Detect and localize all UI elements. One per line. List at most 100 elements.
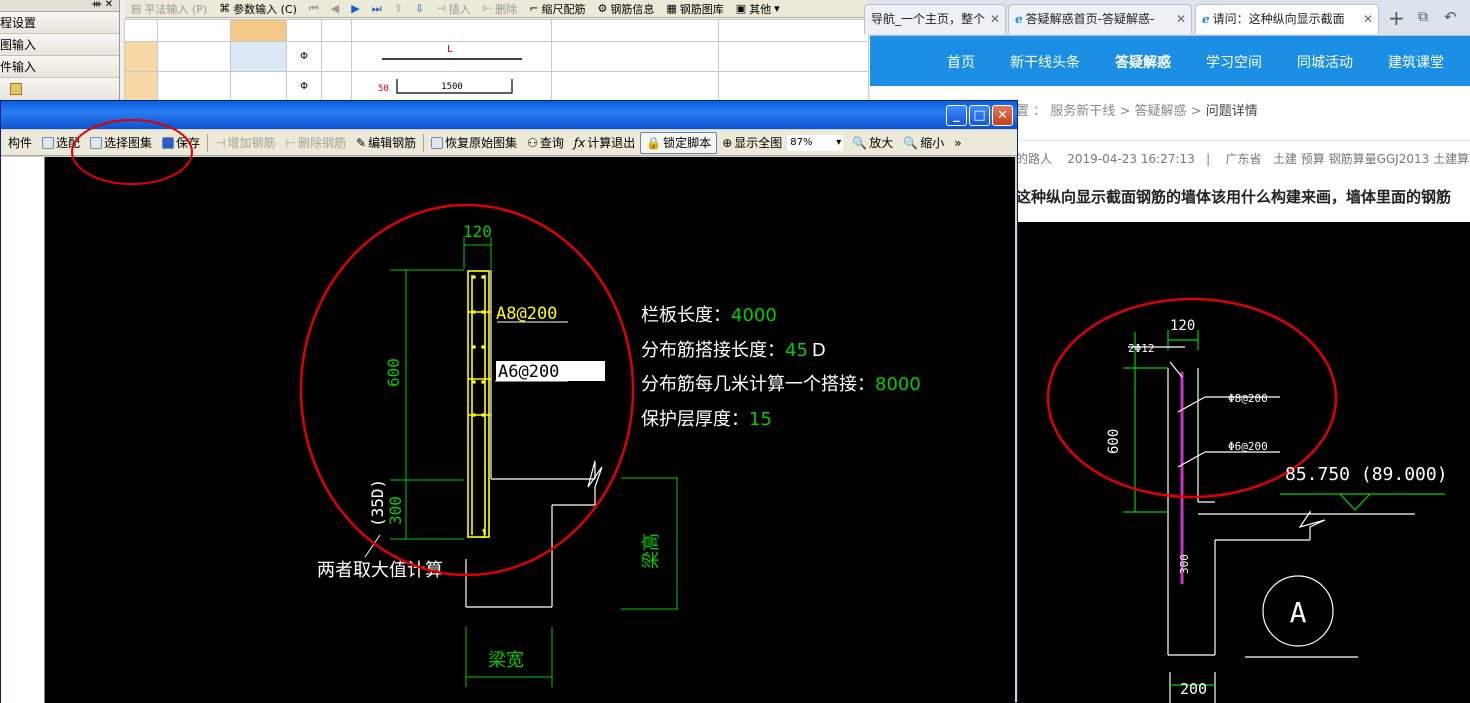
close-button[interactable]: ✕ — [992, 105, 1013, 126]
nav-home[interactable]: 首页 — [947, 52, 975, 72]
lock-script-button[interactable]: 🔒 锁定脚本 — [640, 131, 718, 154]
first-record-button[interactable]: ⏮ — [309, 2, 319, 16]
table-cell[interactable] — [230, 41, 287, 72]
pin-icon[interactable]: ᚒ — [92, 0, 101, 10]
param-value[interactable]: 4000 — [731, 305, 777, 326]
param-value[interactable]: 15 — [749, 409, 772, 430]
nav-classroom[interactable]: 建筑课堂 — [1388, 52, 1444, 72]
insert-icon: ⊣ — [436, 2, 446, 15]
author-name[interactable]: 的路人 — [1016, 152, 1052, 166]
table-row[interactable]: Φ 50 1500 — [124, 71, 869, 102]
other-label: 其他 — [749, 2, 772, 16]
restore-tab-icon[interactable]: ⧉ — [1418, 9, 1428, 25]
row-selector[interactable] — [124, 71, 158, 102]
rebar-shape-cell[interactable]: 50 1500 — [351, 71, 552, 102]
zoom-out-button[interactable]: 🔍 缩小 — [898, 132, 949, 154]
beam-height-label: 梁高 — [641, 533, 662, 569]
select-atlas-button[interactable]: 选择图集 — [85, 132, 157, 154]
table-cell[interactable] — [551, 71, 719, 102]
rebar-library-button[interactable]: ▦ 钢筋图库 — [666, 1, 723, 17]
select-icon — [42, 136, 55, 149]
rebar-vertical-label[interactable]: A8@200 — [496, 304, 557, 324]
tab-navigation[interactable]: 导航_一个主页，整个 ✕ — [864, 4, 1006, 34]
table-cell[interactable] — [551, 41, 719, 72]
prev-record-button[interactable]: ◀ — [331, 2, 339, 15]
save-icon — [162, 136, 175, 149]
row-selector[interactable] — [124, 41, 158, 72]
close-icon[interactable]: ✕ — [105, 0, 113, 10]
last-record-button[interactable]: ⏭ — [372, 2, 382, 16]
tab-label: 导航_一个主页，整个 — [871, 12, 986, 26]
toolbar-overflow-button[interactable]: » — [949, 132, 966, 154]
nav-learning[interactable]: 学习空间 — [1206, 52, 1262, 72]
zoom-in-button[interactable]: 🔍 放大 — [847, 132, 898, 154]
new-tab-button[interactable]: + — [1388, 6, 1405, 30]
scale-rebar-button[interactable]: ⌐ 缩尺配筋 — [529, 1, 585, 17]
dialog-title-bar[interactable]: _ □ ✕ — [1, 101, 1017, 129]
rebar-b-label: Φ6@200 — [1228, 440, 1268, 453]
save-button[interactable]: 保存 — [157, 132, 205, 154]
breadcrumb-link[interactable]: 服务新干线 — [1050, 104, 1115, 119]
tab-qa-home[interactable]: ℯ 答疑解惑首页-答疑解惑- ✕ — [1008, 4, 1192, 34]
nav-item-drawing-input[interactable]: 图输入 — [0, 34, 119, 56]
table-cell[interactable] — [321, 41, 352, 72]
edit-rebar-button[interactable]: ✎ 编辑钢筋 — [351, 132, 421, 154]
drawing-canvas[interactable]: A8@200 A6@200 120 600 300 (35D) 梁高 梁宽 两者… — [45, 157, 1015, 703]
next-record-button[interactable]: ▶ — [351, 2, 359, 15]
delete-button[interactable]: ⊢ 删除 — [483, 1, 518, 17]
delete-rebar-button[interactable]: ⊢ 删除钢筋 — [281, 132, 351, 154]
rebar-horizontal-label[interactable]: A6@200 — [498, 362, 559, 382]
insert-button[interactable]: ⊣ 插入 — [436, 1, 471, 17]
param-value[interactable]: 8000 — [875, 374, 921, 395]
param-lap-length[interactable]: 分布筋搭接长度：45 D — [641, 340, 826, 361]
rebar-grade-cell[interactable]: Φ — [286, 71, 322, 102]
add-rebar-button[interactable]: ⊣ 增加钢筋 — [210, 132, 280, 154]
save-label: 保存 — [176, 136, 201, 150]
minimize-button[interactable]: _ — [946, 105, 967, 126]
table-cell[interactable] — [157, 41, 231, 72]
select-rebar-button[interactable]: 选配 — [37, 132, 85, 154]
table-cell[interactable] — [230, 71, 287, 102]
param-icon: ⌘ — [219, 2, 231, 15]
rebar-info-button[interactable]: ⚙ 钢筋信息 — [597, 1, 654, 17]
param-lap-every[interactable]: 分布筋每几米计算一个搭接：8000 — [641, 374, 921, 395]
table-row[interactable]: Φ L — [124, 41, 869, 72]
rebar-shape-cell[interactable]: L — [351, 41, 552, 72]
param-board-length[interactable]: 栏板长度：4000 — [641, 305, 777, 326]
close-tab-icon[interactable]: ✕ — [1176, 5, 1186, 33]
table-cell[interactable] — [718, 41, 869, 72]
nav-headlines[interactable]: 新干线头条 — [1010, 52, 1080, 72]
move-up-button[interactable]: ⇧ — [394, 2, 403, 15]
rebar-grade-cell[interactable]: Φ — [286, 41, 322, 72]
query-button[interactable]: ⚇ 查询 — [522, 132, 569, 154]
scale-rebar-label: 缩尺配筋 — [541, 2, 586, 16]
calc-exit-button[interactable]: ƒx 计算退出 — [569, 132, 640, 154]
folder-icon[interactable] — [10, 83, 22, 95]
param-cover[interactable]: 保护层厚度：15 — [641, 409, 772, 430]
nav-item-project-settings[interactable]: 程设置 — [0, 12, 119, 34]
param-value[interactable]: 45 — [785, 340, 808, 361]
table-cell[interactable] — [157, 71, 231, 102]
close-tab-icon[interactable]: ✕ — [1363, 5, 1373, 33]
toolbar-separator — [423, 133, 425, 152]
zoom-select[interactable]: 87% ▾ — [787, 134, 844, 151]
table-cell[interactable] — [718, 71, 869, 102]
table-cell — [321, 19, 352, 42]
flat-input-button[interactable]: ▤ 平法输入 (P) — [131, 1, 207, 17]
move-down-button[interactable]: ⇩ — [415, 2, 424, 15]
nav-item-component-input[interactable]: 件输入 — [0, 56, 119, 78]
tab-question-detail[interactable]: ℯ 请问：这种纵向显示截面 ✕ — [1195, 4, 1379, 34]
other-menu-button[interactable]: ▣ 其他 ▾ — [736, 1, 780, 17]
component-button[interactable]: 构件 — [3, 132, 37, 154]
table-cell[interactable] — [321, 71, 352, 102]
show-all-button[interactable]: ⊕ 显示全图 — [717, 132, 787, 154]
nav-qa[interactable]: 答疑解惑 — [1115, 52, 1171, 72]
maximize-button[interactable]: □ — [969, 105, 990, 126]
close-tab-icon[interactable]: ✕ — [990, 5, 1000, 33]
breadcrumb-link[interactable]: 答疑解惑 — [1134, 104, 1186, 119]
undo-close-icon[interactable]: ↶ — [1444, 8, 1457, 26]
restore-atlas-button[interactable]: 恢复原始图集 — [426, 132, 522, 154]
binoculars-icon: ⚇ — [527, 135, 538, 150]
nav-events[interactable]: 同城活动 — [1297, 52, 1353, 72]
param-input-button[interactable]: ⌘ 参数输入 (C) — [219, 1, 297, 17]
